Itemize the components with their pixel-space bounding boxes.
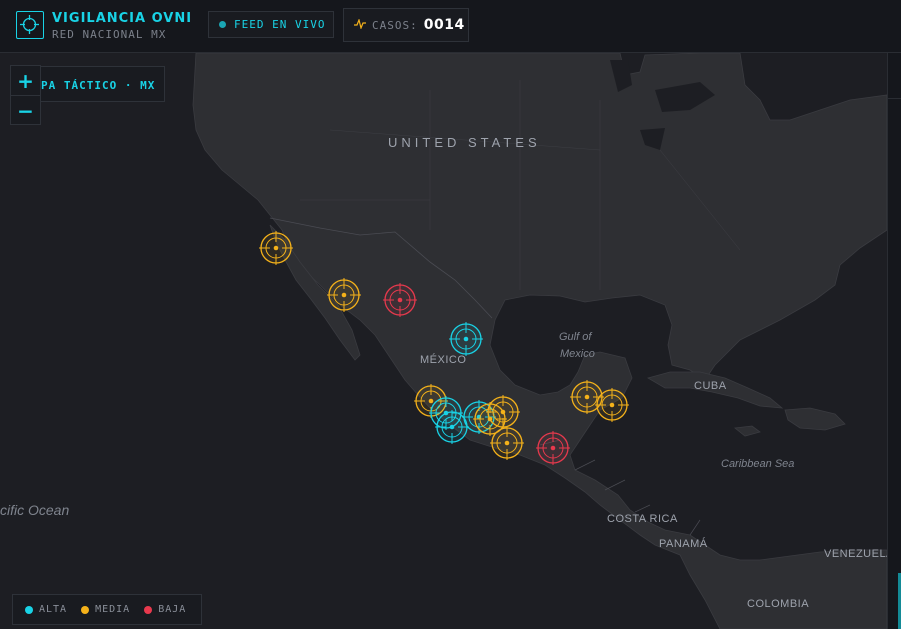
sighting-marker-baja[interactable] — [536, 431, 570, 465]
cases-label: CASOS: — [372, 18, 418, 32]
zoom-in-button[interactable]: + — [11, 66, 40, 95]
live-dot-icon — [219, 21, 226, 28]
cases-value: 0014 — [423, 17, 465, 33]
sighting-marker-baja[interactable] — [383, 283, 417, 317]
side-panel-edge[interactable] — [887, 53, 901, 629]
markers-svg — [259, 231, 629, 465]
zoom-out-button[interactable]: − — [11, 96, 40, 125]
cases-counter: CASOS: 0014 — [343, 8, 469, 42]
sighting-marker-media[interactable] — [327, 278, 361, 312]
sighting-marker-media[interactable] — [259, 231, 293, 265]
baja-dot-icon — [144, 605, 153, 614]
media-dot-icon — [81, 605, 90, 614]
legend-item-alta: ALTA — [25, 604, 67, 615]
app-subtitle: RED NACIONAL MX — [52, 28, 167, 41]
live-feed-label: FEED EN VIVO — [234, 18, 326, 31]
top-bar: VIGILANCIA OVNI RED NACIONAL MX FEED EN … — [0, 0, 901, 53]
pulse-icon — [354, 17, 366, 32]
zoom-control: + − — [10, 65, 41, 125]
alta-dot-icon — [25, 605, 33, 614]
side-panel-divider — [888, 98, 901, 99]
sighting-marker-alta[interactable] — [449, 322, 483, 356]
legend-label-alta: ALTA — [39, 604, 68, 615]
severity-legend: ALTA MEDIA BAJA — [12, 594, 202, 625]
crosshair-logo-icon — [16, 11, 44, 39]
legend-label-baja: BAJA — [158, 604, 187, 615]
app-title: VIGILANCIA OVNI — [52, 11, 193, 26]
live-feed-indicator[interactable]: FEED EN VIVO — [208, 11, 334, 38]
legend-label-media: MEDIA — [95, 604, 131, 615]
legend-item-baja: BAJA — [144, 604, 186, 615]
map-view[interactable]: UNITED STATES MÉXICO Gulf of Mexico CUBA… — [0, 53, 901, 629]
legend-item-media: MEDIA — [81, 604, 130, 615]
